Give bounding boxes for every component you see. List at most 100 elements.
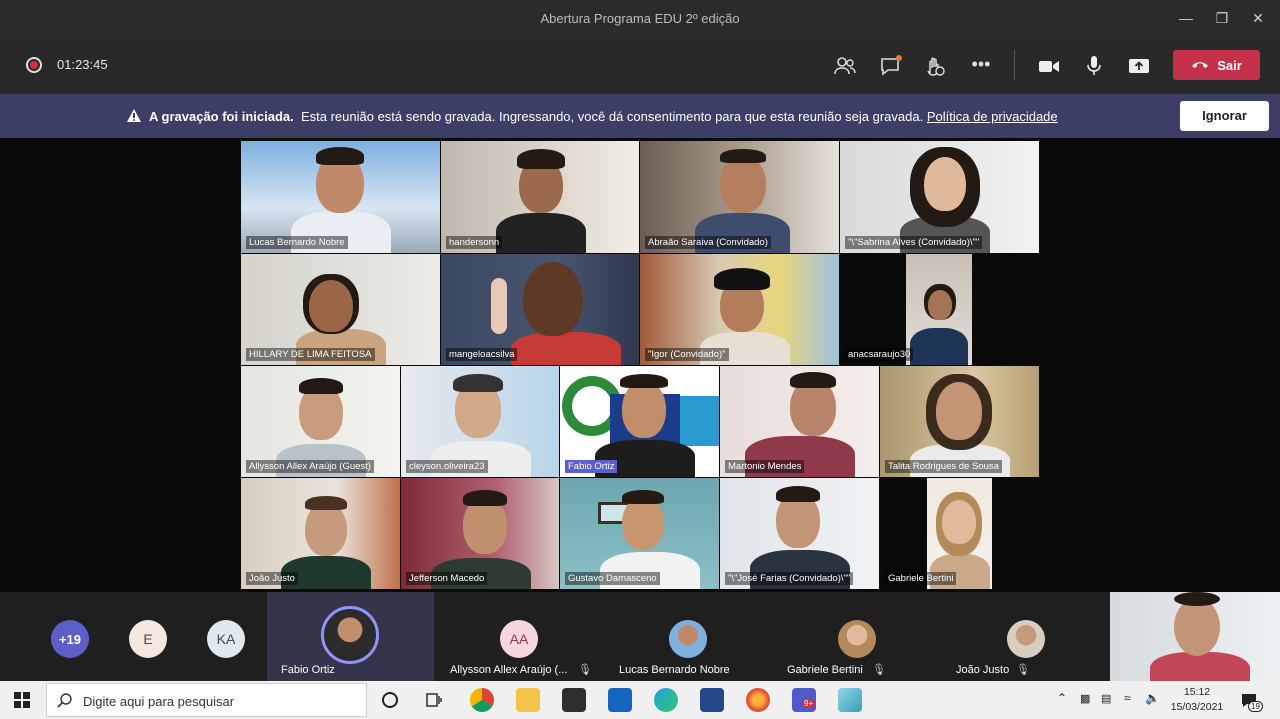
more-options-icon[interactable]: ••• (968, 53, 994, 79)
video-tile: "Igor (Convidado)" (640, 254, 839, 365)
battery-icon[interactable]: ▤ (1101, 692, 1111, 705)
video-tile: "\"José Farias (Convidado)\"" (720, 478, 879, 589)
video-tile: João Justo (241, 478, 400, 589)
phone-hangup-icon (1192, 62, 1209, 68)
participant-name: Fabio Ortiz (281, 664, 335, 676)
self-view (1110, 592, 1280, 681)
firefox-icon[interactable] (746, 688, 770, 712)
banner-message: A gravação foi iniciada. Esta reunião es… (149, 109, 1058, 124)
system-clock[interactable]: 15:12 15/03/2021 (1168, 685, 1226, 715)
leave-label: Sair (1217, 57, 1242, 73)
avatar[interactable] (669, 620, 707, 658)
participant-name: João Justo (956, 664, 1010, 676)
video-tile: Talita Rodrigues de Sousa (880, 366, 1039, 477)
participant-name: Gustavo Damasceno (565, 572, 660, 585)
participant-name: handersonn (446, 236, 503, 249)
camera-icon[interactable] (1036, 53, 1062, 79)
show-hidden-icons-icon[interactable]: ⌃ (1057, 691, 1067, 705)
video-tile: Jefferson Macedo (401, 478, 559, 589)
participant-name: Gabriele Bertini (787, 664, 863, 676)
avatar[interactable]: KA (207, 620, 245, 658)
video-tile: Martonio Mendes (720, 366, 879, 477)
participant-name: Talita Rodrigues de Sousa (885, 460, 1002, 473)
minimize-icon[interactable]: — (1176, 8, 1196, 28)
participant-name: HILLARY DE LIMA FEITOSA (246, 348, 375, 361)
video-tile: handersonn (441, 141, 639, 253)
video-tile: anacsaraujo30 (840, 254, 1039, 365)
participant-name: Gabriele Bertini (885, 572, 957, 585)
video-gallery: Lucas Bernardo Nobre handersonn Abraão S… (0, 138, 1280, 592)
store-icon[interactable] (562, 688, 586, 712)
more-participants-badge[interactable]: +19 (51, 620, 89, 658)
video-tile: HILLARY DE LIMA FEITOSA (241, 254, 440, 365)
recording-icon (26, 57, 42, 73)
participant-name: Allysson Allex Araújo (... (450, 664, 568, 676)
banner-text: Esta reunião está sendo gravada. Ingress… (300, 109, 924, 124)
maximize-icon[interactable]: ❐ (1212, 8, 1232, 28)
video-tile: Lucas Bernardo Nobre (241, 141, 440, 253)
participants-icon[interactable] (832, 53, 858, 79)
video-tile: Gustavo Damasceno (560, 478, 719, 589)
taskbar-search[interactable]: Digite aqui para pesquisar (46, 683, 367, 717)
share-screen-icon[interactable] (1126, 53, 1152, 79)
meet-now-icon[interactable]: ▩ (1080, 692, 1090, 705)
clock-time: 15:12 (1183, 686, 1211, 698)
leave-button[interactable]: Sair (1173, 50, 1260, 80)
meeting-toolbar: 01:23:45 ••• Sair (0, 37, 1280, 94)
volume-icon[interactable]: 🔈 (1145, 691, 1160, 705)
title-bar: Abertura Programa EDU 2º edição — ❐ ✕ (0, 0, 1280, 37)
help-icon[interactable] (700, 688, 724, 712)
participant-strip: +19 E KA Fabio Ortiz AA Allysson Allex A… (0, 592, 1280, 681)
avatar[interactable] (838, 620, 876, 658)
wifi-icon[interactable]: ≈ (1124, 691, 1131, 705)
file-explorer-icon[interactable] (516, 688, 540, 712)
mail-icon[interactable] (608, 688, 632, 712)
taskbar: Digite aqui para pesquisar 9+ ⌃ ▩ ▤ ≈ 🔈 … (0, 681, 1280, 719)
participant-name: "\"José Farias (Convidado)\"" (725, 572, 854, 585)
participant-name: Lucas Bernardo Nobre (619, 664, 730, 676)
privacy-policy-link[interactable]: Política de privacidade (927, 109, 1058, 124)
clock-date: 15/03/2021 (1170, 701, 1224, 713)
mic-muted-icon: 🎙 (578, 664, 592, 676)
edge-icon[interactable] (654, 688, 678, 712)
participant-name: João Justo (246, 572, 298, 585)
mic-muted-icon: 🎙 (872, 664, 886, 676)
participant-name: Abraão Saraiva (Convidado) (645, 236, 771, 249)
video-tile: Gabriele Bertini (880, 478, 1039, 589)
microphone-icon[interactable] (1081, 53, 1107, 79)
window-title: Abertura Programa EDU 2º edição (540, 11, 740, 26)
participant-name: mangeloacsilva (446, 348, 518, 361)
meeting-timer: 01:23:45 (57, 57, 108, 72)
warning-icon (127, 109, 141, 122)
avatar (321, 606, 379, 664)
video-tile: Allysson Allex Araújo (Guest) (241, 366, 400, 477)
cortana-icon[interactable] (382, 692, 398, 708)
search-icon (57, 693, 72, 708)
participant-name: Lucas Bernardo Nobre (246, 236, 348, 249)
chat-icon[interactable] (878, 53, 904, 79)
participant-name: Allysson Allex Araújo (Guest) (246, 460, 374, 473)
task-view-icon[interactable] (425, 691, 443, 709)
participant-name: Jefferson Macedo (406, 572, 488, 585)
participant-name: Martonio Mendes (725, 460, 805, 473)
ignore-button[interactable]: Ignorar (1180, 101, 1269, 131)
windows-start-icon[interactable] (14, 692, 30, 708)
participant-name: anacsaraujo30 (845, 348, 914, 361)
app-icon[interactable] (838, 688, 862, 712)
video-tile: "\"Sabrina Alves (Convidado)\"" (840, 141, 1039, 253)
avatar[interactable]: E (129, 620, 167, 658)
recording-banner: A gravação foi iniciada. Esta reunião es… (0, 94, 1280, 138)
banner-title: A gravação foi iniciada. (149, 109, 294, 124)
video-tile: mangeloacsilva (441, 254, 639, 365)
avatar[interactable] (1007, 620, 1045, 658)
mic-muted-icon: 🎙 (1016, 664, 1030, 676)
participant-name: Fabio Ortiz (565, 460, 618, 473)
close-icon[interactable]: ✕ (1248, 8, 1268, 28)
notification-count: 19 (1248, 701, 1263, 712)
participant-name: "Igor (Convidado)" (645, 348, 729, 361)
chrome-icon[interactable] (470, 688, 494, 712)
participant-name: cleyson.oliveira23 (406, 460, 488, 473)
avatar[interactable]: AA (500, 620, 538, 658)
reactions-icon[interactable] (922, 53, 948, 79)
teams-badge: 9+ (802, 699, 816, 708)
